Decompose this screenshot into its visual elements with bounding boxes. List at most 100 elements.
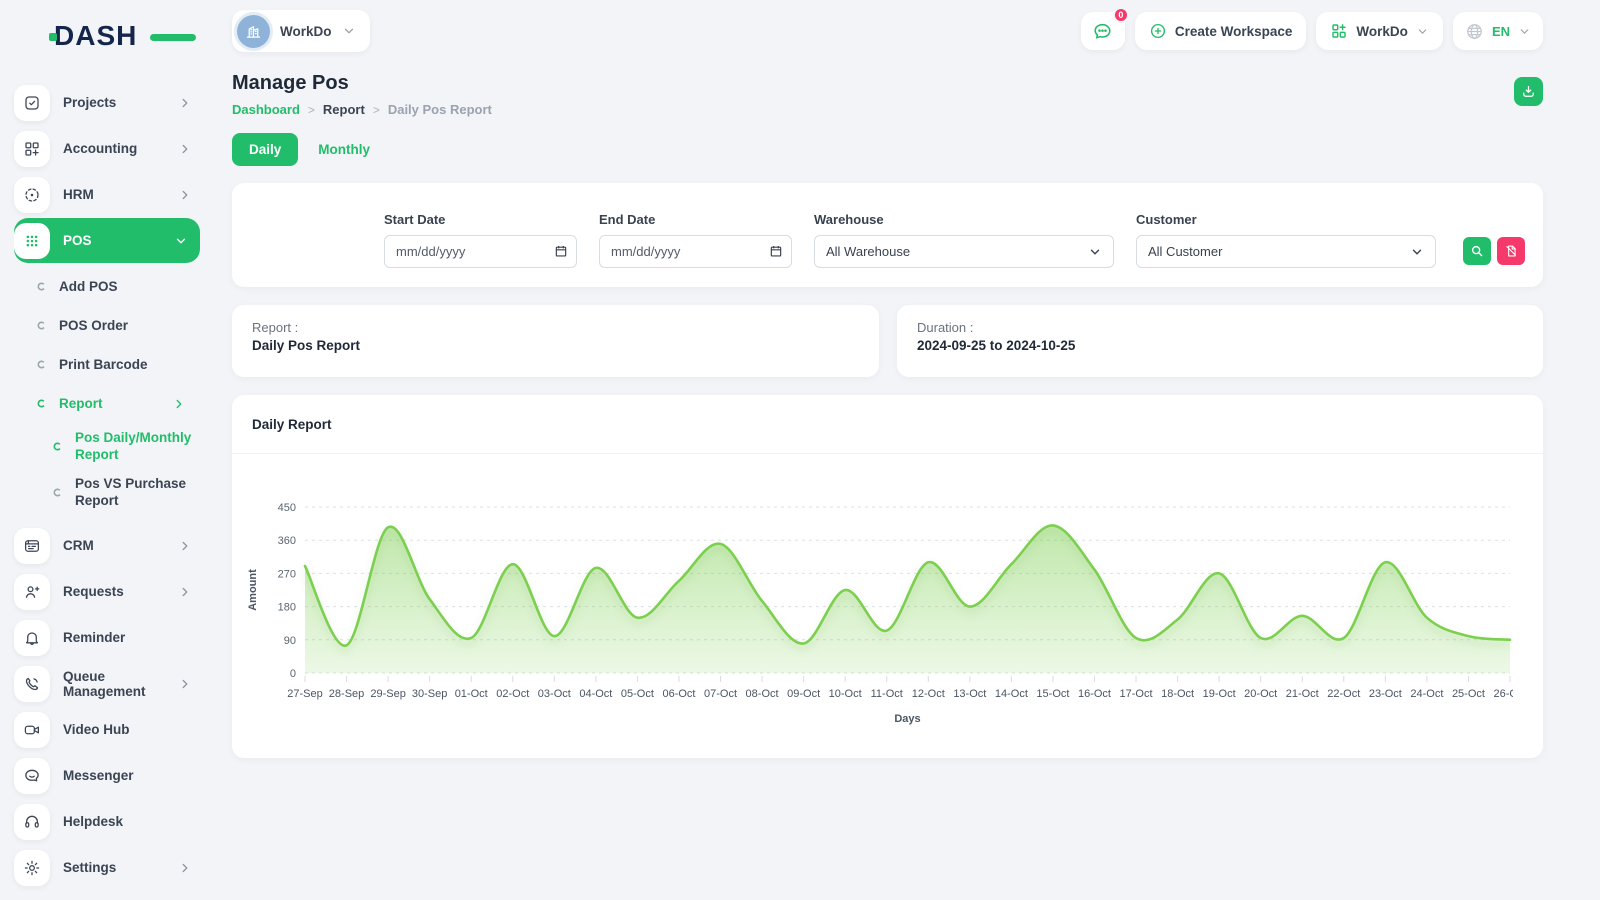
browser-icon xyxy=(23,537,41,555)
customer-label: Customer xyxy=(1136,212,1436,227)
workspace-name: WorkDo xyxy=(280,24,332,39)
create-workspace-button[interactable]: Create Workspace xyxy=(1135,12,1307,50)
sidebar-subitem-add-pos[interactable]: Add POS xyxy=(14,267,200,306)
workspace-avatar xyxy=(237,15,270,48)
tab-monthly[interactable]: Monthly xyxy=(312,133,376,166)
sidebar-subitem-report[interactable]: Report xyxy=(14,384,200,423)
sidebar-item-video-hub[interactable]: Video Hub xyxy=(14,707,200,752)
chevron-down-icon xyxy=(1518,25,1531,38)
chevron-right-icon xyxy=(178,677,192,691)
daily-report-area-chart: 09018027036045027-Sep28-Sep29-Sep30-Sep0… xyxy=(242,460,1513,740)
summary-row: Report : Daily Pos Report Duration : 202… xyxy=(232,305,1543,377)
start-date-input[interactable] xyxy=(384,235,577,268)
globe-icon xyxy=(1465,22,1484,41)
language-selector[interactable]: EN xyxy=(1453,12,1543,50)
svg-text:Days: Days xyxy=(894,713,920,725)
report-summary-card: Report : Daily Pos Report xyxy=(232,305,879,377)
svg-text:22-Oct: 22-Oct xyxy=(1327,688,1360,700)
sidebar-subitem-pos-vs-purchase-report[interactable]: Pos VS Purchase Report xyxy=(14,469,200,515)
workdo-menu-button[interactable]: WorkDo xyxy=(1316,12,1443,50)
end-date-input[interactable] xyxy=(599,235,792,268)
sidebar: DASH Projects Accounting HRM POS Add POS… xyxy=(0,0,212,900)
chevron-down-icon xyxy=(1088,245,1102,259)
svg-text:15-Oct: 15-Oct xyxy=(1036,688,1069,700)
main-area: WorkDo 0 Create Workspace WorkDo xyxy=(212,0,1600,900)
svg-text:17-Oct: 17-Oct xyxy=(1120,688,1153,700)
svg-text:26-Oct: 26-Oct xyxy=(1493,688,1513,700)
dots-grid-icon xyxy=(23,232,41,250)
sidebar-subitem-pos-daily-monthly-report[interactable]: Pos Daily/Monthly Report xyxy=(14,423,200,469)
svg-text:27-Sep: 27-Sep xyxy=(287,688,322,700)
warehouse-select[interactable]: All Warehouse xyxy=(814,235,1114,268)
breadcrumb-report[interactable]: Report xyxy=(323,102,365,117)
reset-filter-button[interactable] xyxy=(1497,237,1525,265)
sidebar-nav: Projects Accounting HRM POS Add POS POS … xyxy=(14,80,200,890)
svg-text:11-Oct: 11-Oct xyxy=(871,688,903,700)
sidebar-item-helpdesk[interactable]: Helpdesk xyxy=(14,799,200,844)
breadcrumb-separator: > xyxy=(373,103,380,117)
filter-actions xyxy=(1463,237,1525,265)
headset-icon xyxy=(23,813,41,831)
sidebar-item-reminder[interactable]: Reminder xyxy=(14,615,200,660)
page-head: Manage Pos Dashboard > Report > Daily Po… xyxy=(232,72,1543,117)
svg-text:25-Oct: 25-Oct xyxy=(1452,688,1485,700)
chat-icon xyxy=(23,767,41,785)
topbar-actions: 0 Create Workspace WorkDo EN xyxy=(1081,12,1543,50)
sidebar-item-settings[interactable]: Settings xyxy=(14,845,200,890)
breadcrumb-dashboard[interactable]: Dashboard xyxy=(232,102,300,117)
bell-icon xyxy=(23,629,41,647)
app-logo[interactable]: DASH xyxy=(54,20,174,54)
sidebar-item-queue-management[interactable]: Queue Management xyxy=(14,661,200,706)
chevron-down-icon xyxy=(342,24,356,38)
search-icon xyxy=(1470,244,1484,258)
svg-text:16-Oct: 16-Oct xyxy=(1078,688,1111,700)
svg-text:18-Oct: 18-Oct xyxy=(1161,688,1194,700)
svg-text:90: 90 xyxy=(284,635,296,647)
svg-text:20-Oct: 20-Oct xyxy=(1244,688,1277,700)
logo-text: DASH xyxy=(54,20,137,51)
daily-report-card: Daily Report 09018027036045027-Sep28-Sep… xyxy=(232,395,1543,758)
sidebar-subitem-pos-order[interactable]: POS Order xyxy=(14,306,200,345)
create-workspace-label: Create Workspace xyxy=(1175,24,1293,39)
chevron-right-icon xyxy=(172,397,186,411)
gear-icon xyxy=(23,859,41,877)
svg-text:24-Oct: 24-Oct xyxy=(1410,688,1443,700)
svg-text:0: 0 xyxy=(290,668,296,680)
sidebar-item-messenger[interactable]: Messenger xyxy=(14,753,200,798)
sidebar-item-crm[interactable]: CRM xyxy=(14,523,200,568)
svg-text:06-Oct: 06-Oct xyxy=(662,688,695,700)
sidebar-item-projects[interactable]: Projects xyxy=(14,80,200,125)
logo-dot-accent xyxy=(49,33,57,41)
warehouse-select-value: All Warehouse xyxy=(826,244,910,259)
sidebar-item-pos[interactable]: POS xyxy=(14,218,200,263)
duration-label: Duration : xyxy=(917,320,1523,335)
svg-text:270: 270 xyxy=(278,568,296,580)
customer-select[interactable]: All Customer xyxy=(1136,235,1436,268)
chat-bubble-icon xyxy=(1092,21,1113,42)
sidebar-item-requests[interactable]: Requests xyxy=(14,569,200,614)
apply-filter-button[interactable] xyxy=(1463,237,1491,265)
sidebar-submenu-pos: Add POS POS Order Print Barcode Report P… xyxy=(14,267,200,515)
svg-text:08-Oct: 08-Oct xyxy=(746,688,779,700)
svg-text:21-Oct: 21-Oct xyxy=(1286,688,1319,700)
duration-value: 2024-09-25 to 2024-10-25 xyxy=(917,338,1523,353)
sidebar-item-accounting[interactable]: Accounting xyxy=(14,126,200,171)
svg-text:30-Sep: 30-Sep xyxy=(412,688,447,700)
sidebar-subitem-print-barcode[interactable]: Print Barcode xyxy=(14,345,200,384)
workspace-switcher[interactable]: WorkDo xyxy=(232,10,370,52)
sidebar-item-hrm[interactable]: HRM xyxy=(14,172,200,217)
download-report-button[interactable] xyxy=(1514,77,1543,106)
messages-button[interactable]: 0 xyxy=(1081,12,1125,50)
report-period-tabs: Daily Monthly xyxy=(232,133,1543,166)
logo-dash-accent xyxy=(150,34,196,41)
video-icon xyxy=(23,721,41,739)
report-label: Report : xyxy=(252,320,859,335)
end-date-label: End Date xyxy=(599,212,792,227)
tab-daily[interactable]: Daily xyxy=(232,133,298,166)
chevron-right-icon xyxy=(178,188,192,202)
customer-select-value: All Customer xyxy=(1148,244,1222,259)
svg-text:01-Oct: 01-Oct xyxy=(455,688,488,700)
svg-text:05-Oct: 05-Oct xyxy=(621,688,654,700)
language-code: EN xyxy=(1492,24,1510,39)
bullet-circle-icon xyxy=(36,320,47,331)
